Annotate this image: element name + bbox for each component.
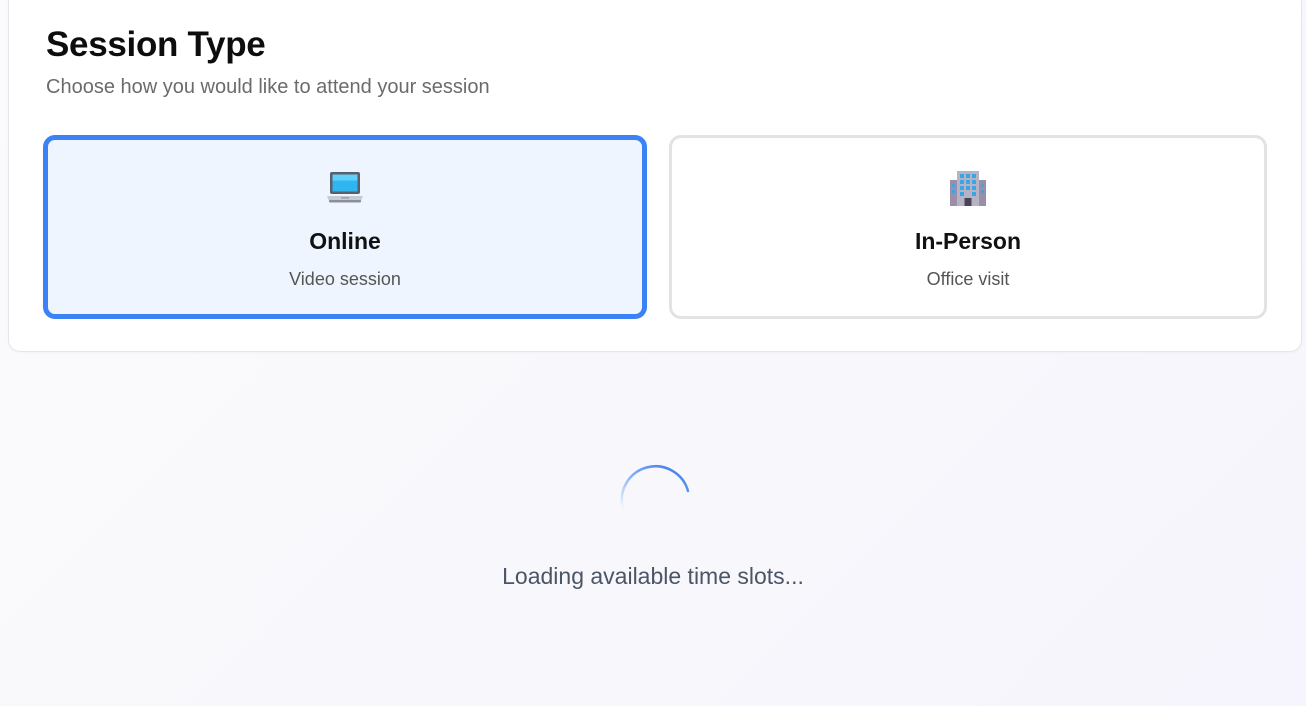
- session-type-card: Session Type Choose how you would like t…: [8, 0, 1302, 352]
- office-building-icon: [948, 168, 988, 208]
- laptop-icon: [325, 168, 365, 208]
- loading-spinner-icon: [620, 465, 690, 511]
- section-title: Session Type: [46, 25, 266, 64]
- online-option-label: Online: [309, 228, 381, 254]
- online-option[interactable]: Online Video session: [43, 135, 647, 319]
- in-person-option[interactable]: In-Person Office visit: [669, 135, 1267, 319]
- loading-area: Loading available time slots...: [0, 440, 1306, 600]
- in-person-option-description: Office visit: [926, 269, 1010, 289]
- online-option-description: Video session: [289, 269, 401, 289]
- loading-message: Loading available time slots...: [502, 563, 804, 589]
- in-person-option-label: In-Person: [914, 228, 1022, 254]
- section-subtitle: Choose how you would like to attend your…: [46, 76, 490, 98]
